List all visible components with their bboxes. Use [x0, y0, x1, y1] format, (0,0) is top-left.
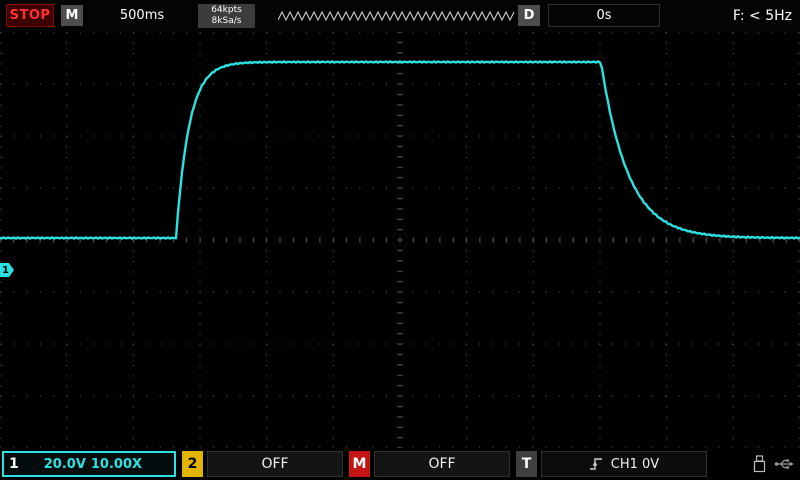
- memory-depth: 64kpts: [211, 5, 242, 16]
- channel1-box[interactable]: 1 20.0V 10.00X: [2, 451, 176, 477]
- acquisition-info-box: 64kpts 8kSa/s: [198, 4, 255, 28]
- usb-status-area: [753, 451, 794, 477]
- usb-device-icon: [753, 455, 766, 473]
- delay-button[interactable]: D: [518, 5, 540, 26]
- usb-symbol-icon: [774, 457, 794, 471]
- graticule-and-trace: [0, 32, 800, 448]
- rising-edge-icon: [589, 456, 603, 472]
- waveform-preview: [278, 8, 516, 24]
- channel2-status-box[interactable]: OFF: [207, 451, 343, 477]
- timebase-value: 500ms: [92, 5, 192, 26]
- trigger-source-level: CH1 0V: [611, 457, 659, 472]
- probe-attenuation: 10.00X: [91, 457, 142, 472]
- channel1-scale: 20.0V: [44, 457, 86, 472]
- math-status-box[interactable]: OFF: [374, 451, 510, 477]
- scope-display: 1: [0, 32, 800, 448]
- trigger-badge[interactable]: T: [516, 451, 537, 477]
- top-bar: STOP M 500ms 64kpts 8kSa/s D 0s F: < 5Hz: [0, 0, 800, 32]
- bottom-bar: 1 20.0V 10.00X 2 OFF M OFF T CH1 0V: [0, 448, 800, 480]
- horizontal-menu-button[interactable]: M: [61, 5, 83, 26]
- run-stop-button[interactable]: STOP: [6, 4, 54, 27]
- channel1-number: 1: [9, 456, 19, 472]
- horizontal-position-value: 0s: [548, 4, 660, 27]
- trigger-info-box[interactable]: CH1 0V: [541, 451, 707, 477]
- channel2-badge[interactable]: 2: [182, 451, 203, 477]
- math-badge[interactable]: M: [349, 451, 370, 477]
- frequency-counter: F: < 5Hz: [682, 5, 792, 26]
- oscilloscope-screen: STOP M 500ms 64kpts 8kSa/s D 0s F: < 5Hz…: [0, 0, 800, 480]
- channel2-status: OFF: [261, 456, 288, 472]
- math-status: OFF: [428, 456, 455, 472]
- sample-rate: 8kSa/s: [212, 16, 242, 27]
